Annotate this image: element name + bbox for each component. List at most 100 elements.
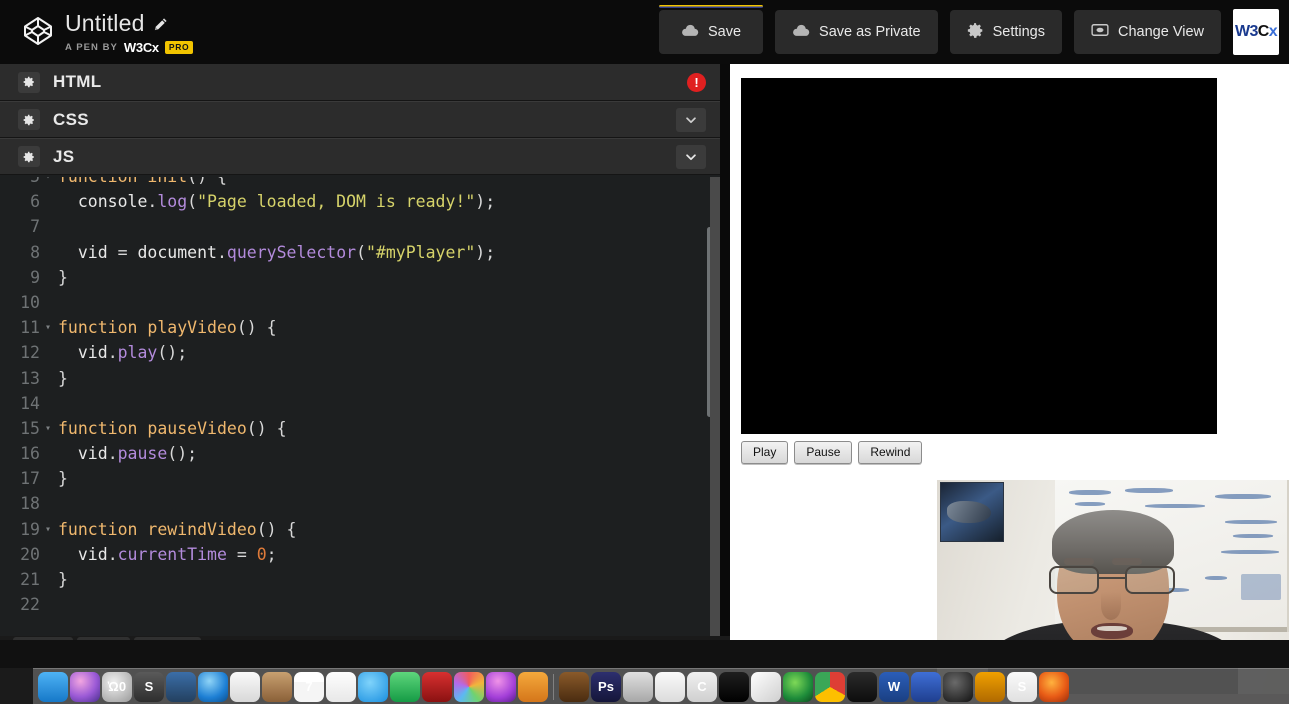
dock-icon-safari[interactable] bbox=[198, 671, 228, 702]
dock-icon-slack[interactable]: S bbox=[1007, 671, 1037, 702]
dock-icon-quicktime[interactable] bbox=[943, 671, 973, 702]
dock-icon-firefox[interactable] bbox=[1039, 671, 1069, 702]
dock-icon-mission-control[interactable] bbox=[166, 671, 196, 702]
presenter-brow-left bbox=[1064, 558, 1094, 565]
code-line[interactable]: 9} bbox=[0, 265, 720, 290]
dock-icon-chrome[interactable] bbox=[815, 671, 845, 702]
dock-icon-finder[interactable] bbox=[38, 671, 68, 702]
w3cx-logo[interactable]: W3 Cx bbox=[1233, 9, 1279, 55]
fold-marker[interactable]: ▾ bbox=[40, 517, 56, 542]
dock-icon-firefox-dev[interactable] bbox=[783, 671, 813, 702]
fold-marker[interactable]: ▾ bbox=[40, 315, 56, 340]
dock-icon-itunes[interactable] bbox=[486, 671, 516, 702]
dock-icon-photobooth[interactable] bbox=[422, 671, 452, 702]
preview-content: Play Pause Rewind bbox=[741, 78, 1217, 464]
gear-icon[interactable] bbox=[18, 109, 40, 130]
code-line[interactable]: 7 bbox=[0, 214, 720, 239]
line-number: 18 bbox=[20, 494, 40, 514]
code-line[interactable]: 20 vid.currentTime = 0; bbox=[0, 542, 720, 567]
dock-icon-audio-hijack[interactable] bbox=[623, 671, 653, 702]
dock-icon-keynote[interactable] bbox=[911, 671, 941, 702]
code-line[interactable]: 6 console.log("Page loaded, DOM is ready… bbox=[0, 189, 720, 214]
panel-header-css[interactable]: CSS bbox=[0, 101, 720, 138]
chevron-down-icon[interactable] bbox=[676, 107, 706, 132]
app-header: Untitled A PEN BY W3Cx PRO Save Save as … bbox=[0, 0, 1289, 64]
gear-icon bbox=[967, 22, 984, 43]
line-number: 6 bbox=[30, 192, 40, 212]
code-text: function playVideo() { bbox=[58, 318, 277, 338]
brand-text: Untitled A PEN BY W3Cx PRO bbox=[65, 10, 194, 55]
code-editor[interactable]: 5▾function init() {6 console.log("Page l… bbox=[0, 177, 720, 640]
codepen-logo-icon[interactable] bbox=[22, 15, 54, 47]
video-element[interactable] bbox=[741, 78, 1217, 434]
dock-icon-ms-word[interactable]: W bbox=[879, 671, 909, 702]
rewind-button[interactable]: Rewind bbox=[858, 441, 923, 464]
code-scroll-area[interactable]: 5▾function init() {6 console.log("Page l… bbox=[0, 177, 720, 640]
gear-icon[interactable] bbox=[18, 71, 40, 93]
dock-icon-photos[interactable] bbox=[454, 671, 484, 702]
code-line[interactable]: 10 bbox=[0, 290, 720, 315]
dock-icon-siri[interactable] bbox=[70, 671, 100, 702]
pencil-icon[interactable] bbox=[154, 17, 168, 31]
fold-marker bbox=[40, 290, 56, 315]
code-line[interactable]: 22 bbox=[0, 592, 720, 617]
code-line[interactable]: 15 ▾ function pauseVideo() { bbox=[0, 416, 720, 441]
dock-icon-ibooks[interactable] bbox=[518, 671, 548, 702]
code-line[interactable]: 14 bbox=[0, 391, 720, 416]
dock-icon-calendar[interactable]: 7 bbox=[294, 671, 324, 702]
line-number: 17 bbox=[20, 469, 40, 489]
fold-marker[interactable]: ▾ bbox=[40, 416, 56, 441]
dock-icon-garageband[interactable] bbox=[559, 671, 589, 702]
page-title[interactable]: Untitled bbox=[65, 10, 145, 36]
code-line[interactable]: 11 ▾ function playVideo() { bbox=[0, 315, 720, 340]
byline-author[interactable]: W3Cx bbox=[124, 40, 159, 55]
dock-icon-facetime[interactable] bbox=[390, 671, 420, 702]
dock-icon-app-store[interactable] bbox=[230, 671, 260, 702]
pause-button[interactable]: Pause bbox=[794, 441, 853, 464]
code-line[interactable]: 16 vid.pause(); bbox=[0, 441, 720, 466]
dock-icon-contacts[interactable] bbox=[262, 671, 292, 702]
code-line[interactable]: 13} bbox=[0, 366, 720, 391]
line-number: 7 bbox=[30, 217, 40, 237]
dock-icon-cleanmymac[interactable]: C bbox=[687, 671, 717, 702]
chevron-down-icon[interactable] bbox=[676, 144, 706, 169]
dock-icon-messages[interactable] bbox=[358, 671, 388, 702]
dock-icon-sublime-text[interactable]: S bbox=[134, 671, 164, 702]
panel-header-js[interactable]: JS bbox=[0, 138, 720, 175]
fold-marker[interactable]: ▾ bbox=[40, 177, 56, 189]
line-number: 20 bbox=[20, 544, 40, 564]
w3cx-logo-part3: x bbox=[1268, 23, 1278, 40]
code-line[interactable]: 8 vid = document.querySelector("#myPlaye… bbox=[0, 240, 720, 265]
code-line[interactable]: 17} bbox=[0, 466, 720, 491]
code-line[interactable]: 18 bbox=[0, 491, 720, 516]
dock-icon-notes[interactable] bbox=[326, 671, 356, 702]
code-lines[interactable]: 5▾function init() {6 console.log("Page l… bbox=[0, 177, 720, 617]
gear-icon[interactable] bbox=[18, 146, 40, 167]
save-as-private-button[interactable]: Save as Private bbox=[775, 10, 938, 54]
change-view-button[interactable]: Change View bbox=[1074, 10, 1221, 54]
code-line[interactable]: 19 ▾ function rewindVideo() { bbox=[0, 517, 720, 542]
dock-icon-photoshop[interactable]: Ps bbox=[591, 671, 621, 702]
play-button[interactable]: Play bbox=[741, 441, 789, 464]
cloud-icon bbox=[681, 24, 699, 41]
dock-icon-preview[interactable] bbox=[655, 671, 685, 702]
save-button[interactable]: Save bbox=[658, 5, 764, 54]
panel-resize-handle[interactable] bbox=[710, 177, 720, 640]
code-line[interactable]: 21} bbox=[0, 567, 720, 592]
error-icon[interactable]: ! bbox=[687, 72, 706, 92]
dock-icon-pages[interactable] bbox=[751, 671, 781, 702]
dock-icon-audacity[interactable] bbox=[975, 671, 1005, 702]
code-line[interactable]: 12 vid.play(); bbox=[0, 340, 720, 365]
panel-header-html[interactable]: HTML ! bbox=[0, 64, 720, 101]
dock-icon-midi-tool[interactable] bbox=[719, 671, 749, 702]
dock-icon-launchpad[interactable]: Ὠ0 bbox=[102, 671, 132, 702]
dock-icon-terminal[interactable] bbox=[847, 671, 877, 702]
settings-button[interactable]: Settings bbox=[949, 10, 1062, 54]
code-line[interactable]: 5▾function init() { bbox=[0, 177, 720, 189]
line-number: 12 bbox=[20, 343, 40, 363]
code-text: console.log("Page loaded, DOM is ready!"… bbox=[77, 192, 496, 212]
